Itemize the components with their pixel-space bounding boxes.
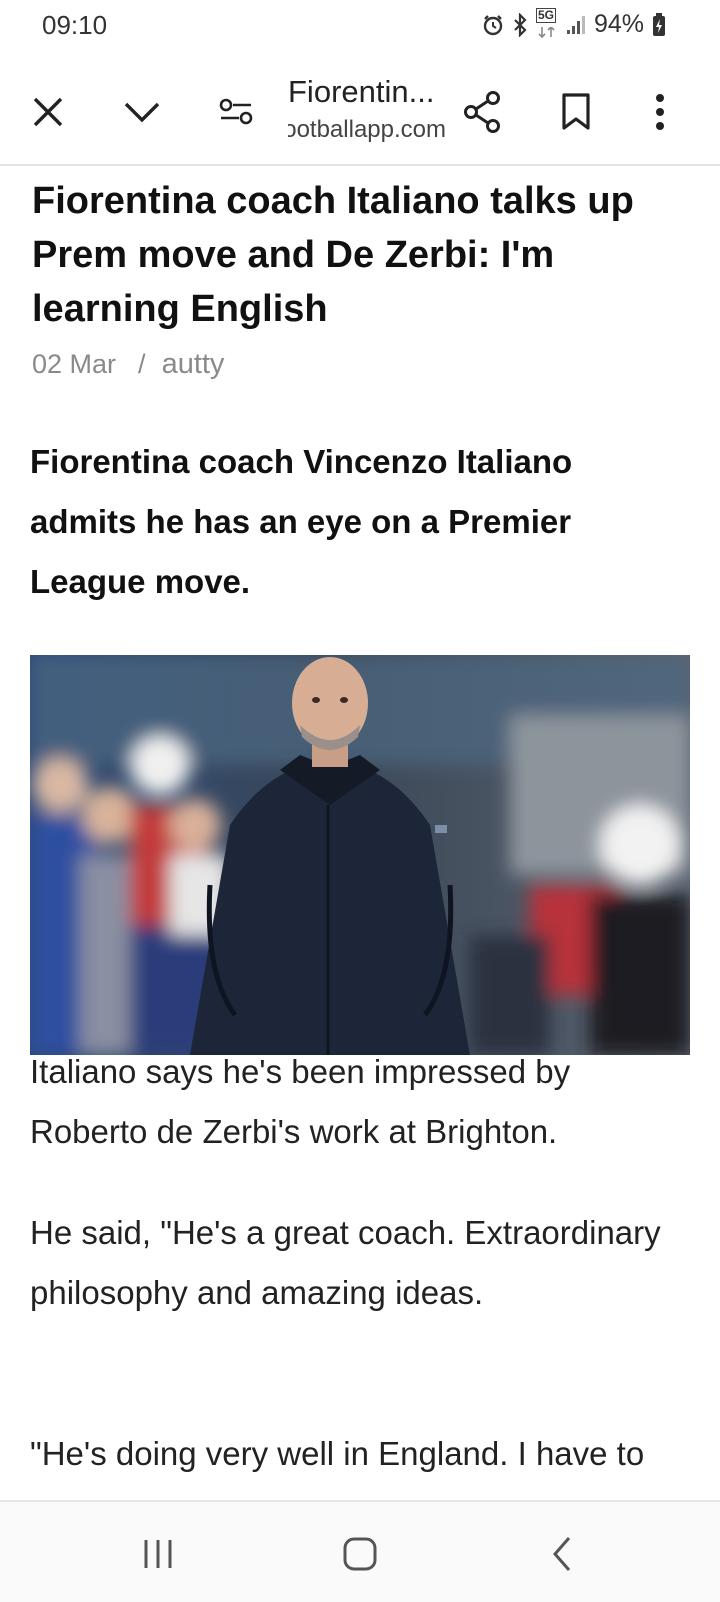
article-headline: Fiorentina coach Italiano talks up Prem …: [32, 180, 634, 330]
home-icon: [343, 1537, 377, 1571]
recent-apps-button[interactable]: [128, 1532, 188, 1576]
page-title: Fiorentin...: [288, 74, 435, 109]
chevron-down-icon: [124, 102, 160, 123]
custom-tab-toolbar: Fiorentin... footballapp.com: [0, 64, 720, 164]
page-settings-icon: [219, 98, 253, 125]
more-options-button[interactable]: [630, 82, 690, 142]
bookmark-button[interactable]: [546, 82, 606, 142]
close-icon: [33, 97, 63, 127]
page-title-area[interactable]: Fiorentin... footballapp.com: [288, 74, 446, 144]
article-paragraph: "He's doing very well in England. I have…: [30, 1435, 645, 1472]
more-vert-icon: [656, 94, 664, 130]
meta-separator: /: [138, 349, 146, 379]
recent-apps-icon: [144, 1540, 172, 1568]
network-label: 5G: [535, 7, 556, 23]
article-date: 02 Mar: [32, 349, 117, 379]
article-meta: 02 Mar / autty: [32, 348, 224, 381]
status-bar: 09:10 5G 94%: [0, 0, 720, 52]
status-icons: 5G 94%: [482, 7, 666, 39]
back-icon: [553, 1537, 571, 1571]
minimize-button[interactable]: [112, 82, 172, 142]
battery-icon: [652, 12, 666, 37]
share-button[interactable]: [452, 82, 512, 142]
close-button[interactable]: [18, 82, 78, 142]
article-author[interactable]: autty: [162, 348, 225, 380]
home-button[interactable]: [330, 1532, 390, 1576]
network-5g-icon: 5G: [535, 7, 558, 38]
page-domain: footballapp.com: [288, 116, 446, 143]
battery-percent: 94%: [593, 10, 644, 38]
page-settings-button[interactable]: [206, 82, 266, 142]
back-button[interactable]: [532, 1532, 592, 1576]
bluetooth-icon: [512, 12, 528, 37]
share-icon: [464, 91, 500, 133]
article-photo: [30, 655, 690, 1055]
toolbar-divider: [0, 164, 720, 166]
signal-icon: [566, 15, 586, 35]
article-paragraph: He said, "He's a great coach. Extraordin…: [30, 1214, 661, 1311]
status-time: 09:10: [42, 10, 108, 40]
article-paragraph: Italiano says he's been impressed by Rob…: [30, 1053, 571, 1150]
system-nav-bar: [0, 1500, 720, 1602]
article-lead: Fiorentina coach Vincenzo Italiano admit…: [30, 443, 573, 600]
alarm-icon: [482, 14, 504, 36]
bookmark-icon: [562, 93, 590, 130]
